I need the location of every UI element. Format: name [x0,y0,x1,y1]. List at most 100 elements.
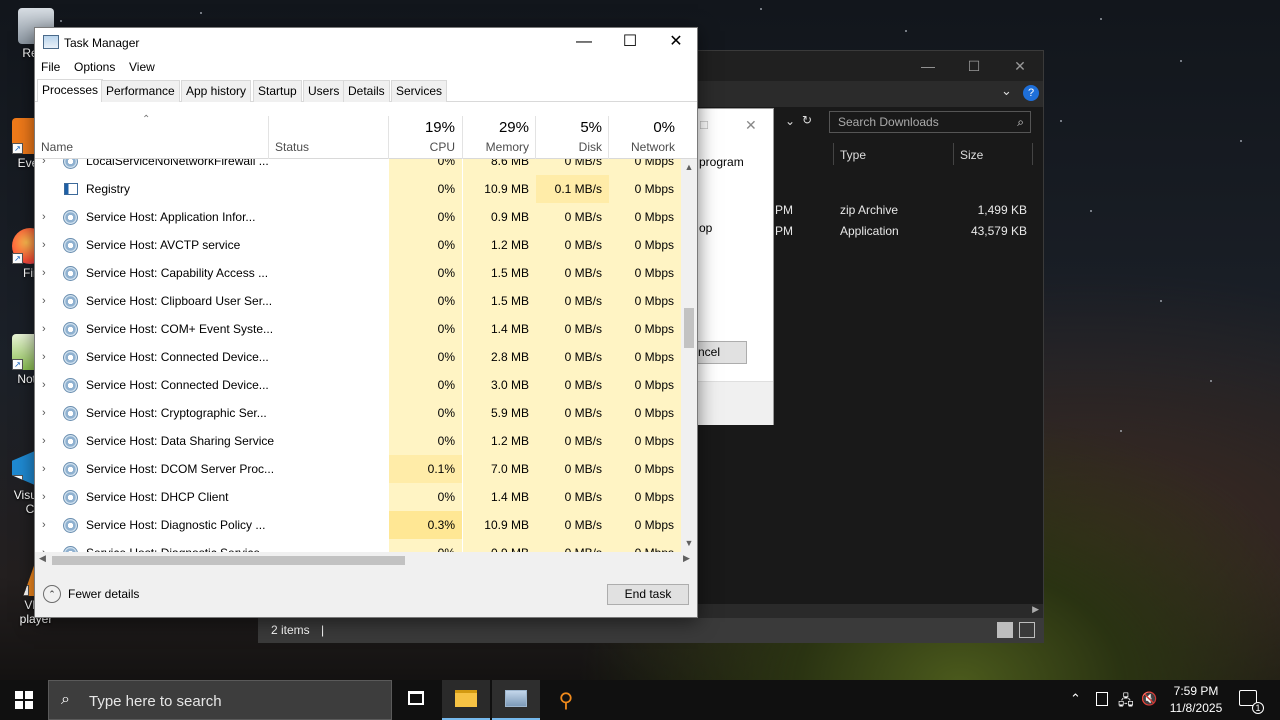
details-view-icon[interactable] [997,622,1013,638]
process-cpu: 0% [389,371,462,399]
system-clock[interactable]: 7:59 PM 11/8/2025 [1164,683,1228,717]
column-header-network[interactable]: 0% Network [609,116,682,159]
column-header-disk[interactable]: 5% Disk [536,116,609,159]
expand-chevron-icon[interactable]: › [42,539,52,552]
column-header-memory[interactable]: 29% Memory [463,116,536,159]
column-header-cpu[interactable]: 19% CPU [389,116,462,159]
fewer-details-link[interactable]: Fewer details [68,587,139,601]
process-name: Service Host: Connected Device... [86,350,269,364]
expand-chevron-icon[interactable]: › [42,203,52,231]
scroll-right-arrow-icon[interactable]: ▶ [683,553,690,564]
end-task-button[interactable]: End task [607,584,689,605]
explorer-close-button[interactable]: ✕ [997,55,1043,77]
tab-performance[interactable]: Performance [101,80,180,102]
service-gear-icon [63,294,78,309]
ethernet-icon[interactable]: 🖧 [1118,690,1134,720]
vertical-scrollbar[interactable]: ▲ ▼ [681,159,697,552]
address-dropdown-icon[interactable]: ⌄ [785,114,795,128]
help-icon[interactable]: ? [1023,85,1039,101]
large-icons-view-icon[interactable] [1019,622,1035,638]
column-header-size[interactable]: Size [960,143,983,167]
process-row[interactable]: › Service Host: Diagnostic Service... 0%0.… [35,539,681,552]
process-network: 0 Mbps [609,175,681,203]
scroll-up-arrow-icon[interactable]: ▲ [681,162,697,172]
tab-users[interactable]: Users [303,80,345,102]
explorer-search-input[interactable]: Search Downloads ⌕ [829,111,1031,133]
show-hidden-icons[interactable]: ⌃ [1070,691,1081,720]
expand-chevron-icon[interactable]: › [42,455,52,483]
expand-chevron-icon[interactable]: › [42,231,52,259]
menu-file[interactable]: File [41,60,60,74]
expand-chevron-icon[interactable]: › [42,287,52,315]
horizontal-scrollbar[interactable]: ◀ ▶ [35,552,697,569]
process-row[interactable]: Registry 0% 10.9 MB 0.1 MB/s 0 Mbps [35,175,681,203]
file-explorer-taskbar-button[interactable] [442,680,490,720]
tab-details[interactable]: Details [343,80,390,102]
service-gear-icon [63,462,78,477]
search-app-taskbar-button[interactable]: ⚲ [542,680,590,720]
process-row[interactable]: › Service Host: COM+ Event Syste... 0% 1.4 … [35,315,681,343]
expand-chevron-icon[interactable]: › [42,371,52,399]
expand-chevron-icon[interactable]: › [42,259,52,287]
tab-app-history[interactable]: App history [181,80,252,102]
process-row[interactable]: › Service Host: Connected Device... 0% 2.8 … [35,343,681,371]
process-network: 0 Mbps [609,511,681,539]
scrollbar-thumb[interactable] [52,556,405,565]
process-cpu: 0% [389,175,462,203]
close-button[interactable]: ✕ [653,28,699,58]
expand-chevron-icon[interactable]: › [42,315,52,343]
process-row[interactable]: › Service Host: DHCP Client 0% 1.4 MB 0 MB/s… [35,483,681,511]
column-header-type[interactable]: Type [840,143,866,167]
ribbon-expand-icon[interactable]: ⌄ [1001,83,1012,99]
task-view-button[interactable] [392,680,440,720]
process-row[interactable]: › Service Host: Data Sharing Service 0% 1.2… [35,427,681,455]
process-row[interactable]: › Service Host: Application Infor... 0% 0.9… [35,203,681,231]
task-manager-taskbar-button[interactable] [492,680,540,720]
explorer-maximize-button[interactable]: ☐ [951,55,997,77]
minimize-button[interactable]: — [561,28,607,58]
process-row[interactable]: › Service Host: DCOM Server Proc... 0.1% 7.… [35,455,681,483]
shortcut-arrow-icon: ↗ [12,359,23,370]
process-memory: 1.2 MB [463,231,536,259]
search-icon: ⌕ [61,691,70,708]
refresh-icon[interactable]: ↻ [802,113,812,127]
explorer-minimize-button[interactable]: — [905,55,951,77]
scroll-left-arrow-icon[interactable]: ◀ [39,553,46,564]
tab-startup[interactable]: Startup [253,80,302,102]
expand-chevron-icon[interactable]: › [42,427,52,455]
shortcut-arrow-icon: ↗ [12,253,23,264]
process-row[interactable]: › LocalServiceNoNetworkFirewall ... 0% 8.6 … [35,159,681,175]
expand-chevron-icon[interactable]: › [42,483,52,511]
start-button[interactable] [0,680,48,720]
network-icon[interactable] [1096,692,1108,706]
dialog-cancel-button[interactable]: ncel [691,341,747,364]
menu-options[interactable]: Options [74,60,115,74]
tab-services[interactable]: Services [391,80,448,102]
expand-chevron-icon[interactable]: › [42,511,52,539]
file-row[interactable]: PM zip Archive 1,499 KB [775,200,1035,220]
file-row[interactable]: PM Application 43,579 KB [775,221,1035,241]
process-row[interactable]: › Service Host: Capability Access ... 0% 1.… [35,259,681,287]
tab-processes[interactable]: Processes [37,79,104,102]
process-row[interactable]: › Service Host: Cryptographic Ser... 0% 5.9… [35,399,681,427]
dialog-close-icon[interactable]: ✕ [745,117,757,134]
process-row[interactable]: › Service Host: Connected Device... 0% 3.0 … [35,371,681,399]
process-cpu: 0% [389,343,462,371]
expand-chevron-icon[interactable]: › [42,399,52,427]
column-header-name[interactable]: Name [41,140,73,154]
maximize-button[interactable]: ☐ [607,28,653,58]
collapse-chevron-icon[interactable]: ⌃ [43,585,61,603]
volume-muted-icon[interactable]: 🔇 [1141,691,1157,720]
taskbar-search-input[interactable]: ⌕ Type here to search [48,680,392,720]
expand-chevron-icon[interactable]: › [42,343,52,371]
menu-view[interactable]: View [129,60,155,74]
process-row[interactable]: › Service Host: Clipboard User Ser... 0% 1.… [35,287,681,315]
scroll-down-arrow-icon[interactable]: ▼ [681,538,697,548]
process-memory: 8.6 MB [463,159,536,175]
column-header-status[interactable]: Status [275,140,309,154]
process-row[interactable]: › Service Host: Diagnostic Policy ... 0.3%… [35,511,681,539]
process-row[interactable]: › Service Host: AVCTP service 0% 1.2 MB 0 MB… [35,231,681,259]
expand-chevron-icon[interactable]: › [42,159,52,175]
scrollbar-thumb[interactable] [684,308,694,348]
scroll-right-arrow-icon[interactable]: ▶ [1032,604,1039,615]
